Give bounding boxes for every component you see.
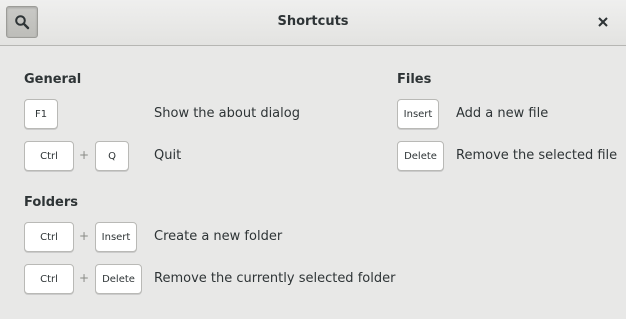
key-separator: + xyxy=(78,271,90,285)
key-cap: Insert xyxy=(95,222,137,252)
section-title-folders: Folders xyxy=(24,195,79,210)
section-title-files: Files xyxy=(397,72,432,87)
close-button[interactable] xyxy=(590,10,616,34)
key-cap: Q xyxy=(95,141,129,171)
header-bar: Shortcuts xyxy=(0,0,626,46)
close-icon xyxy=(598,17,608,27)
key-cap: Delete xyxy=(397,141,444,171)
shortcuts-window: Shortcuts General F1 Show the about dial… xyxy=(0,0,626,319)
shortcut-description: Remove the selected file xyxy=(456,148,618,163)
key-separator: + xyxy=(78,148,90,162)
shortcut-description: Show the about dialog xyxy=(154,106,300,121)
shortcut-description: Remove the currently selected folder xyxy=(154,271,396,286)
section-title-general: General xyxy=(24,72,82,87)
key-cap: Ctrl xyxy=(24,141,74,171)
key-cap: Delete xyxy=(95,264,142,294)
key-cap: Ctrl xyxy=(24,264,74,294)
shortcut-description: Quit xyxy=(154,148,182,163)
key-cap: Ctrl xyxy=(24,222,74,252)
key-cap: F1 xyxy=(24,99,58,129)
shortcut-description: Add a new file xyxy=(456,106,549,121)
window-title: Shortcuts xyxy=(277,14,349,29)
key-separator: + xyxy=(78,229,90,243)
shortcut-description: Create a new folder xyxy=(154,229,283,244)
key-cap: Insert xyxy=(397,99,439,129)
